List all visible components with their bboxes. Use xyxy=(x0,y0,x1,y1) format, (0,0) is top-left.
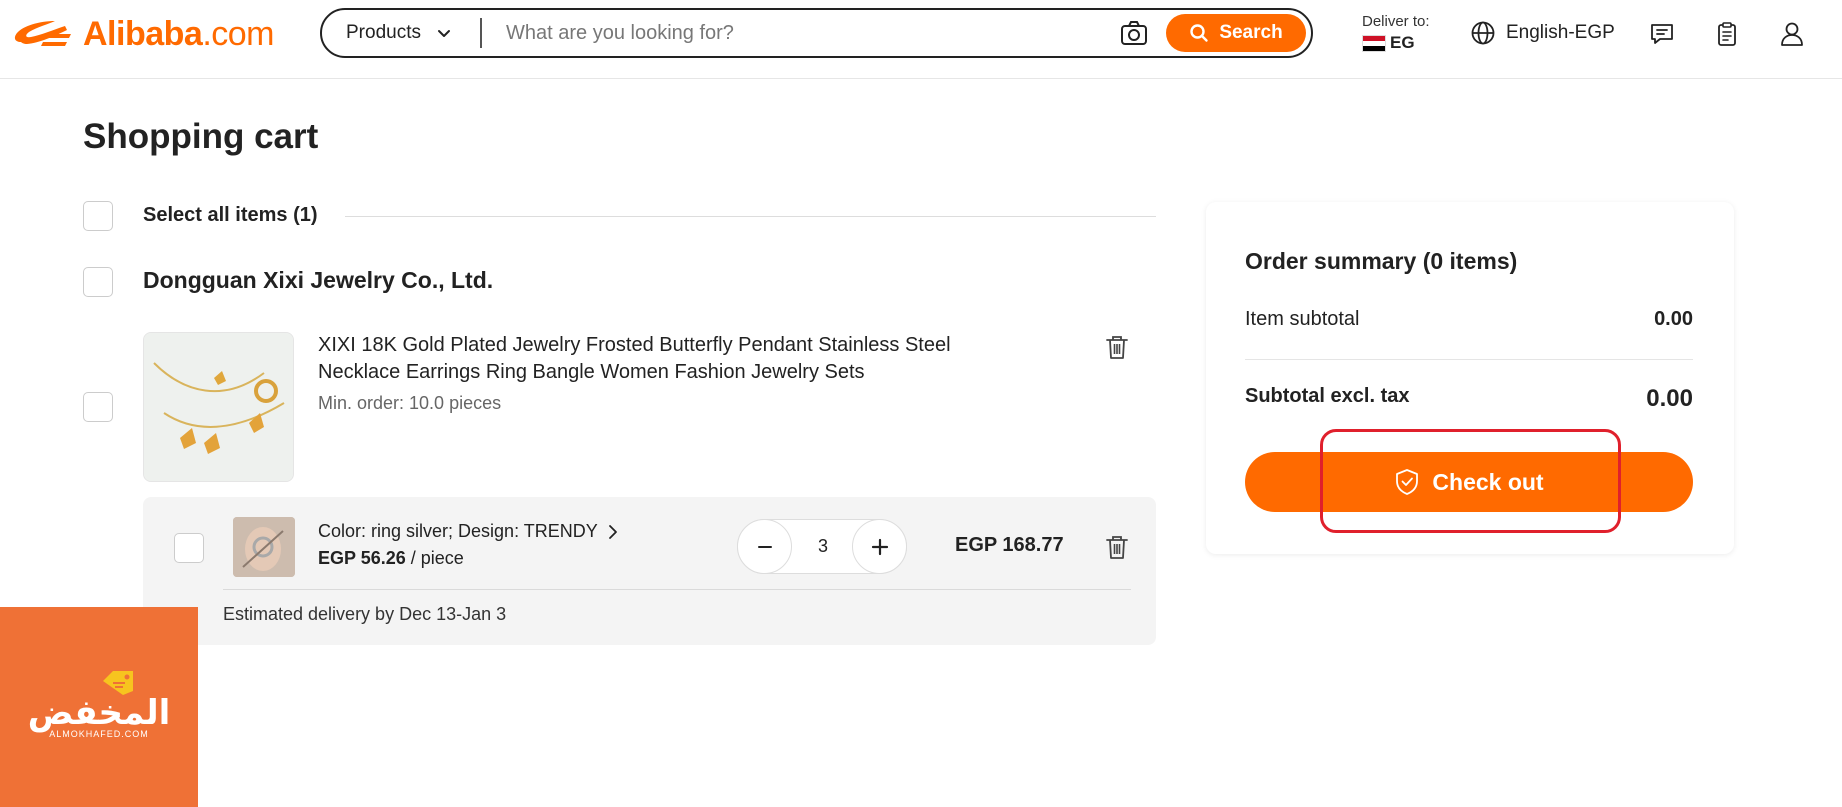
min-order: Min. order: 10.0 pieces xyxy=(318,393,502,413)
increase-quantity-button[interactable] xyxy=(852,519,907,574)
search-category-label: Products xyxy=(346,22,421,43)
unit-price: EGP 56.26 / piece xyxy=(318,548,464,568)
supplier-name[interactable]: Dongguan Xixi Jewelry Co., Ltd. xyxy=(143,267,493,294)
page-title: Shopping cart xyxy=(83,117,319,156)
quantity-stepper: 3 xyxy=(737,519,907,574)
account-icon[interactable] xyxy=(1778,20,1806,48)
search-button-label: Search xyxy=(1219,22,1283,43)
shield-check-icon xyxy=(1396,469,1419,495)
search-input[interactable] xyxy=(482,13,1118,53)
messages-icon[interactable] xyxy=(1648,20,1676,48)
alibaba-logo[interactable]: Alibaba.com xyxy=(9,12,274,56)
item-subtotal-label: Item subtotal xyxy=(1245,308,1360,330)
watermark-subtext: ALMOKHAFED.COM xyxy=(49,729,149,739)
orders-icon[interactable] xyxy=(1713,20,1741,48)
supplier-checkbox[interactable] xyxy=(83,267,113,297)
globe-icon xyxy=(1471,21,1495,45)
watermark-logo: المخفض ALMOKHAFED.COM xyxy=(0,607,198,807)
item-subtotal-row: Item subtotal 0.00 xyxy=(1245,308,1693,331)
order-summary-title: Order summary (0 items) xyxy=(1245,248,1518,274)
product-checkbox[interactable] xyxy=(83,392,113,422)
divider xyxy=(223,589,1131,590)
delete-product-icon[interactable] xyxy=(1103,333,1131,361)
chevron-right-icon xyxy=(608,524,617,539)
checkout-button[interactable]: Check out xyxy=(1245,452,1693,512)
select-all-label[interactable]: Select all items (1) xyxy=(143,204,318,227)
subtotal-excl-tax-value: 0.00 xyxy=(1646,385,1693,412)
variant-thumbnail xyxy=(233,517,295,577)
logo-text: Alibaba.com xyxy=(83,14,274,53)
item-subtotal-value: 0.00 xyxy=(1654,308,1693,330)
search-bar: Products Search xyxy=(320,8,1313,58)
variant-attributes[interactable]: Color: ring silver; Design: TRENDY xyxy=(318,521,618,542)
variant-checkbox[interactable] xyxy=(174,533,204,563)
language-currency-selector[interactable]: English-EGP xyxy=(1470,20,1615,46)
quantity-input[interactable]: 3 xyxy=(793,520,853,573)
deliver-to-selector[interactable]: Deliver to: EG xyxy=(1362,13,1430,53)
chevron-down-icon xyxy=(437,30,450,37)
alibaba-logo-icon xyxy=(14,21,71,46)
search-button[interactable]: Search xyxy=(1166,14,1306,52)
minus-icon xyxy=(757,545,772,548)
plus-icon xyxy=(871,538,888,555)
divider xyxy=(1245,359,1693,360)
delete-variant-icon[interactable] xyxy=(1103,533,1131,561)
product-title[interactable]: XIXI 18K Gold Plated Jewelry Frosted But… xyxy=(318,332,1038,386)
deliver-country: EG xyxy=(1390,33,1415,52)
product-thumbnail xyxy=(144,333,293,481)
subtotal-excl-tax-label: Subtotal excl. tax xyxy=(1245,385,1410,407)
language-label: English-EGP xyxy=(1506,22,1615,43)
select-all-checkbox[interactable] xyxy=(83,201,113,231)
variant-image[interactable] xyxy=(233,517,295,577)
watermark-text: المخفض xyxy=(27,693,171,733)
top-header: Alibaba.com Products Search Deliver to: … xyxy=(0,0,1842,79)
estimated-delivery: Estimated delivery by Dec 13-Jan 3 xyxy=(223,604,507,624)
camera-search-icon[interactable] xyxy=(1118,17,1150,49)
subtotal-excl-tax-row: Subtotal excl. tax 0.00 xyxy=(1245,385,1693,413)
egypt-flag-icon xyxy=(1362,34,1386,52)
search-category-dropdown[interactable]: Products xyxy=(322,18,482,48)
divider xyxy=(345,216,1156,217)
line-total: EGP 168.77 xyxy=(955,534,1064,556)
deliver-to-label: Deliver to: xyxy=(1362,13,1430,30)
product-image[interactable] xyxy=(143,332,294,482)
search-icon xyxy=(1190,24,1209,42)
checkout-label: Check out xyxy=(1432,468,1544,495)
decrease-quantity-button[interactable] xyxy=(737,519,792,574)
